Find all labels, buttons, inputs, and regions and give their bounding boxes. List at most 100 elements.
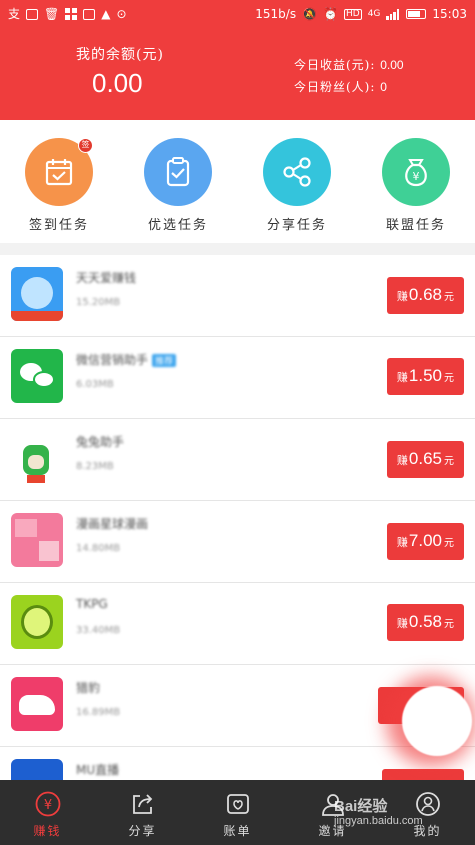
earn-unit: 元 — [444, 538, 454, 549]
money-bag-icon: ¥ — [405, 159, 427, 187]
tab-bill-label: 账单 — [223, 824, 252, 838]
calendar-check-icon — [45, 159, 73, 186]
status-left-icons: 支 🗑 ▲ ⊙ — [8, 8, 127, 20]
network-speed: 151b/s — [255, 7, 297, 21]
earn-prefix: 赚 — [396, 617, 408, 630]
earn-button[interactable]: 赚 0.68 元 — [386, 277, 464, 314]
network-type: 4G — [367, 8, 381, 19]
task-checkin[interactable]: 签 签到任务 — [14, 138, 104, 233]
task-alliance-circle[interactable]: ¥ — [382, 138, 450, 206]
task-share-label: 分享任务 — [266, 218, 327, 233]
task-preferred-circle[interactable] — [144, 138, 212, 206]
image-icon — [83, 8, 96, 20]
task-row: 签 签到任务 优选任务 分享任务 ¥ 联盟任务 — [0, 120, 475, 243]
list-item[interactable]: 兔兔助手 8.23MB 赚 0.65 元 — [0, 419, 475, 501]
task-checkin-circle[interactable]: 签 — [25, 138, 93, 206]
battery-icon — [406, 9, 427, 19]
task-preferred[interactable]: 优选任务 — [133, 138, 223, 233]
earn-unit: 元 — [444, 456, 454, 467]
svg-text:¥: ¥ — [413, 170, 420, 183]
app-icon — [11, 677, 63, 731]
app-name: 漫画星球漫画 — [76, 517, 149, 531]
app-icon — [11, 267, 63, 321]
app-icon — [11, 759, 63, 780]
message-icon — [26, 8, 39, 20]
earn-amount: 7.00 — [408, 531, 442, 550]
list-item[interactable]: 漫画星球漫画 14.80MB 赚 7.00 元 — [0, 501, 475, 583]
earn-amount: 0.65 — [408, 449, 442, 468]
tab-share-label: 分享 — [128, 824, 157, 838]
today-fans-value: 0 — [380, 80, 387, 94]
status-right: 151b/s 🔕 ⏰ HD 4G 15:03 — [255, 7, 467, 21]
earn-button[interactable] — [382, 769, 464, 780]
earn-unit: 元 — [444, 619, 454, 630]
tab-bill[interactable]: 账单 — [190, 780, 285, 845]
app-icon — [11, 349, 63, 403]
balance-header: 我的余额(元) 0.00 今日收益(元): 0.00 今日粉丝(人): 0 — [0, 28, 475, 120]
earn-prefix: 赚 — [396, 536, 408, 549]
app-list[interactable]: 天天爱赚钱 15.20MB 赚 0.68 元 微信营销助手 推荐 6.03MB 赚 1.… — [0, 255, 475, 780]
watermark-url: jingyan.baidu.com — [334, 815, 423, 827]
task-alliance[interactable]: ¥ 联盟任务 — [371, 138, 461, 233]
mute-icon: 🔕 — [302, 7, 318, 21]
list-item[interactable]: 微信营销助手 推荐 6.03MB 赚 1.50 元 — [0, 337, 475, 419]
today-income-value: 0.00 — [380, 58, 404, 72]
warning-icon: ▲ — [101, 7, 111, 21]
earn-button[interactable]: 赚 7.00 元 — [386, 523, 464, 560]
share-icon — [283, 157, 311, 187]
today-fans-label: 今日粉丝(人): — [294, 80, 376, 94]
list-item[interactable]: 天天爱赚钱 15.20MB 赚 0.68 元 — [0, 255, 475, 337]
task-share-circle[interactable] — [263, 138, 331, 206]
app-size: 6.03MB — [76, 379, 114, 390]
checkin-badge: 签 — [78, 138, 93, 153]
app-name: MU直播 — [76, 763, 120, 777]
trash-icon: 🗑 — [44, 7, 60, 21]
section-separator — [0, 243, 475, 255]
alarm-icon: ⏰ — [323, 7, 338, 21]
list-item[interactable]: MU直播 — [0, 747, 475, 780]
app-icon — [11, 431, 63, 485]
task-share[interactable]: 分享任务 — [252, 138, 342, 233]
share-arrow-icon — [128, 790, 158, 818]
floating-action-button[interactable] — [402, 686, 472, 756]
hd-icon: HD — [344, 8, 362, 20]
list-item[interactable]: 猎豹 16.89MB — [0, 665, 475, 747]
watermark: Bai经验 jingyan.baidu.com — [334, 799, 423, 828]
app-size: 15.20MB — [76, 297, 121, 308]
more-icon: ⊙ — [116, 7, 127, 21]
bill-icon — [223, 790, 253, 818]
app-name: TKPG — [76, 597, 108, 611]
earn-prefix: 赚 — [396, 454, 408, 467]
task-alliance-label: 联盟任务 — [385, 218, 446, 233]
recommend-tag: 推荐 — [152, 354, 177, 367]
earn-prefix: 赚 — [396, 371, 408, 384]
app-icon — [11, 595, 63, 649]
earn-button[interactable]: 赚 1.50 元 — [386, 358, 464, 395]
earn-amount: 1.50 — [408, 366, 442, 385]
today-income: 今日收益(元): 0.00 — [294, 56, 404, 73]
app-name: 微信营销助手 推荐 — [76, 351, 177, 368]
app-icon — [11, 513, 63, 567]
task-checkin-label: 签到任务 — [28, 218, 89, 233]
balance-label: 我的余额(元) — [76, 47, 164, 63]
earn-button[interactable]: 赚 0.58 元 — [386, 604, 464, 641]
today-income-label: 今日收益(元): — [294, 58, 376, 72]
balance-value[interactable]: 0.00 — [92, 68, 143, 99]
status-bar: 支 🗑 ▲ ⊙ 151b/s 🔕 ⏰ HD 4G 15:03 — [0, 0, 475, 28]
earn-unit: 元 — [444, 373, 454, 384]
list-item[interactable]: TKPG 33.40MB 赚 0.58 元 — [0, 583, 475, 665]
earn-button[interactable]: 赚 0.65 元 — [386, 441, 464, 478]
tab-earn[interactable]: ¥ 赚钱 — [0, 780, 95, 845]
grid-icon — [65, 8, 78, 20]
app-name-text: 微信营销助手 — [76, 353, 149, 367]
tab-share[interactable]: 分享 — [95, 780, 190, 845]
app-size: 14.80MB — [76, 543, 121, 554]
app-name: 兔兔助手 — [76, 435, 125, 449]
app-size: 33.40MB — [76, 625, 121, 636]
clipboard-check-icon — [166, 157, 190, 187]
earn-amount: 0.58 — [408, 612, 442, 631]
earn-unit: 元 — [444, 292, 454, 303]
app-name: 猎豹 — [76, 681, 101, 695]
sim-icon: 支 — [8, 7, 21, 21]
app-size: 16.89MB — [76, 707, 121, 718]
